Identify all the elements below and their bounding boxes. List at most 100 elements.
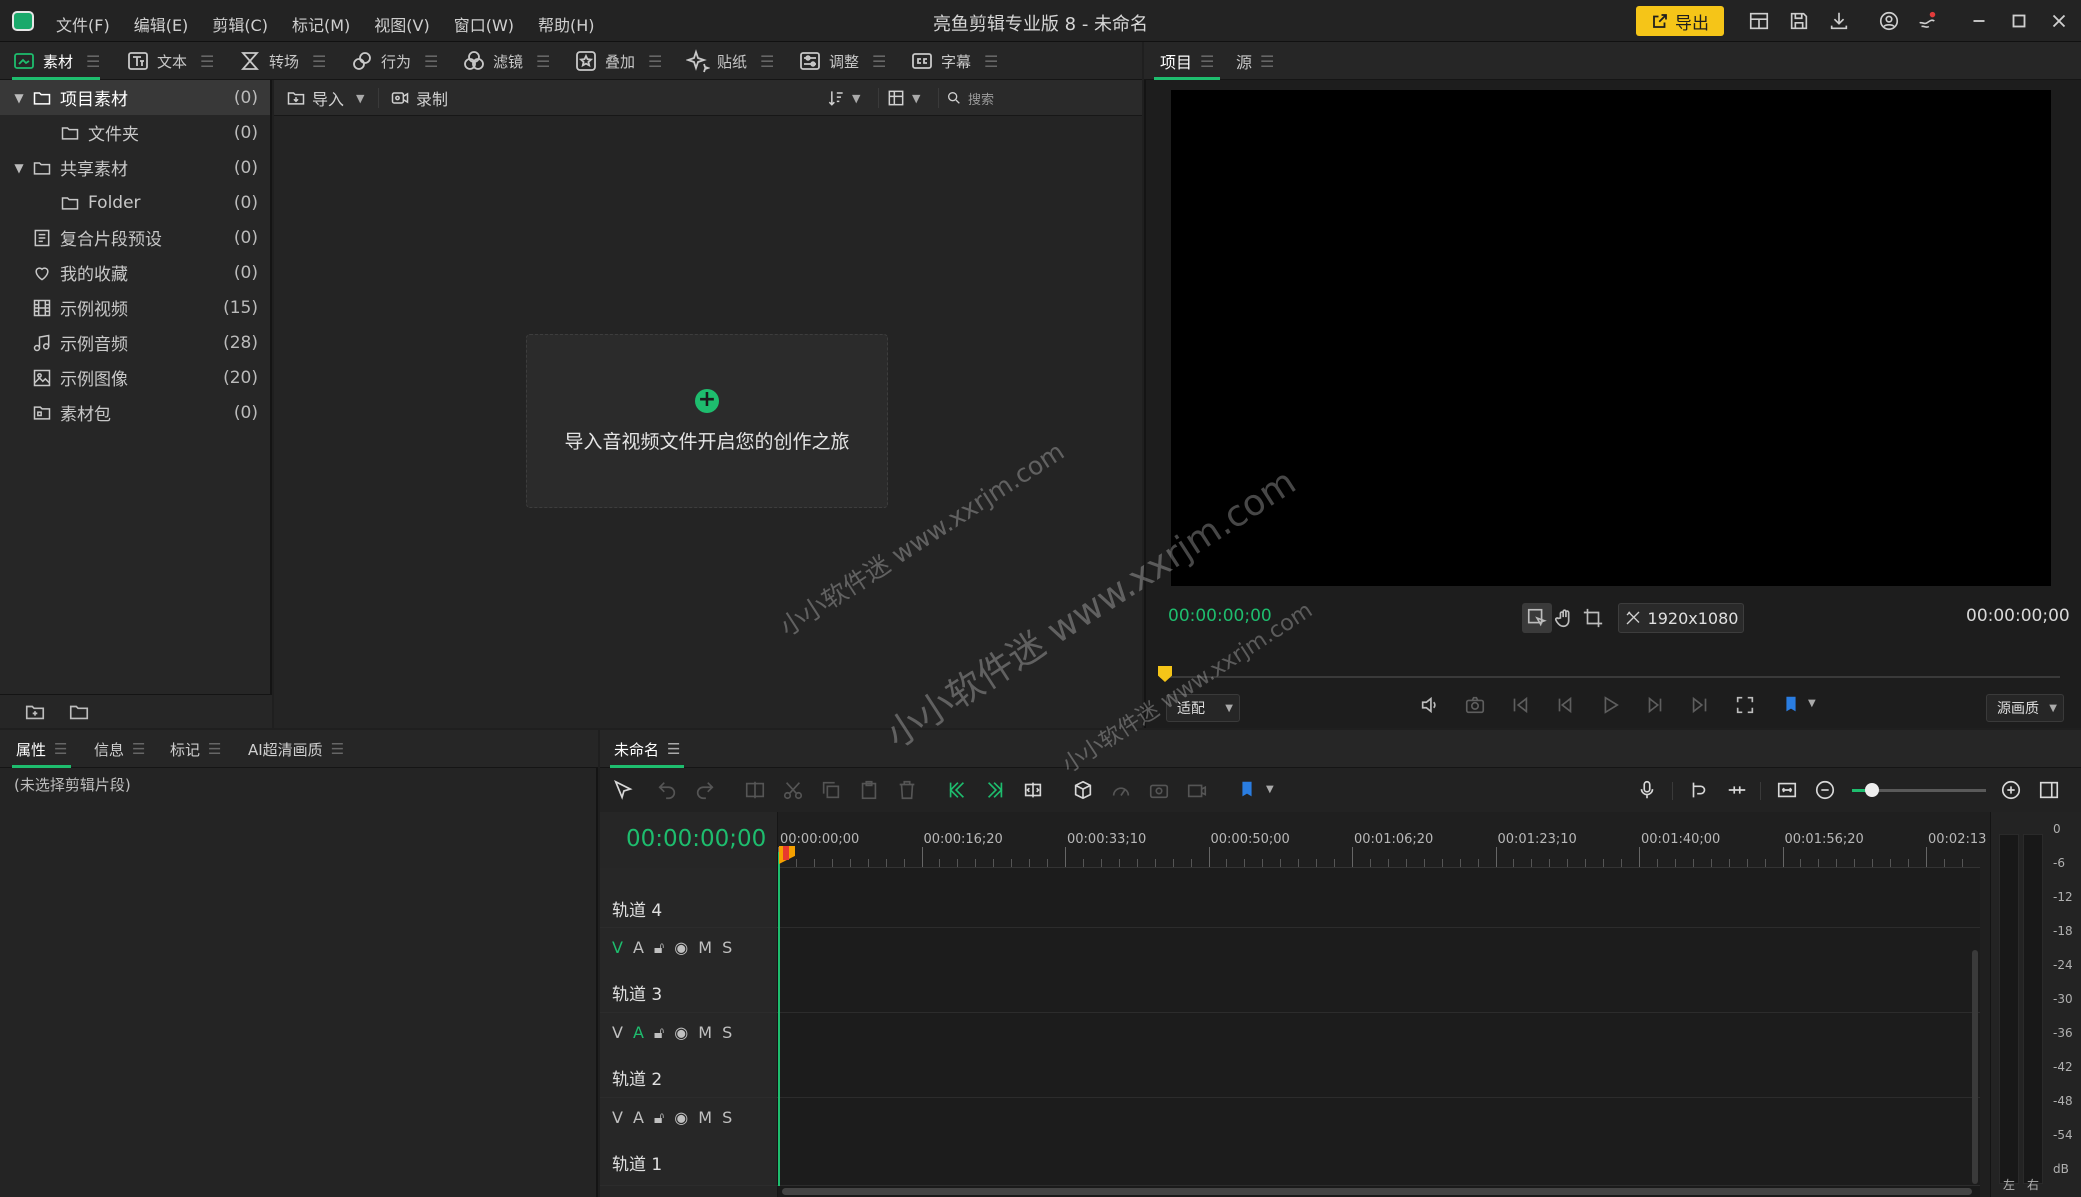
notification-icon[interactable]: [1914, 8, 1940, 34]
sidebar-item-shared-folder[interactable]: Folder (0): [0, 185, 270, 220]
open-folder-icon[interactable]: [64, 697, 94, 727]
zoom-in-icon[interactable]: [1996, 775, 2026, 805]
new-folder-icon[interactable]: [20, 697, 50, 727]
chevron-down-icon[interactable]: ▼: [1808, 698, 1816, 709]
minimize-icon[interactable]: [1966, 8, 1992, 34]
sidebar-item-sample-audio[interactable]: 示例音频 (28): [0, 325, 270, 360]
tab-filter[interactable]: 滤镜 ☰: [462, 42, 550, 80]
tab-behavior[interactable]: 行为 ☰: [350, 42, 438, 80]
audio-toggle[interactable]: A: [633, 1108, 644, 1128]
mute-toggle[interactable]: M: [698, 938, 712, 958]
sidebar-item-project-media[interactable]: ▼ 项目素材 (0): [0, 80, 270, 115]
fullscreen-icon[interactable]: [1730, 690, 1760, 720]
record-voice-icon[interactable]: [1182, 775, 1212, 805]
paste-icon[interactable]: [854, 775, 884, 805]
zoom-out-icon[interactable]: [1810, 775, 1840, 805]
fit-timeline-icon[interactable]: [1772, 775, 1802, 805]
select-arrow-icon[interactable]: [608, 775, 638, 805]
search-input[interactable]: 搜索: [946, 80, 1136, 116]
sidebar-item-folder[interactable]: 文件夹 (0): [0, 115, 270, 150]
add-icon[interactable]: +: [695, 389, 719, 413]
sidebar-item-sample-video[interactable]: 示例视频 (15): [0, 290, 270, 325]
lock-icon[interactable]: 🔓︎: [654, 1108, 664, 1128]
sidebar-item-package[interactable]: 素材包 (0): [0, 395, 270, 430]
preview-scrubber[interactable]: [1160, 676, 2060, 678]
speed-icon[interactable]: [1106, 775, 1136, 805]
view-mode-button[interactable]: ▼: [886, 80, 920, 116]
volume-icon[interactable]: [1415, 690, 1445, 720]
menu-file[interactable]: 文件(F): [56, 12, 110, 36]
sidebar-item-shared-media[interactable]: ▼ 共享素材 (0): [0, 150, 270, 185]
marker-icon[interactable]: [1776, 690, 1806, 720]
play-icon[interactable]: [1595, 690, 1625, 720]
menu-window[interactable]: 窗口(W): [454, 12, 514, 36]
account-icon[interactable]: [1876, 8, 1902, 34]
go-end-icon[interactable]: [980, 775, 1010, 805]
mute-toggle[interactable]: M: [698, 1023, 712, 1043]
chevron-down-icon[interactable]: ▼: [12, 91, 26, 105]
eye-icon[interactable]: ◉: [674, 938, 688, 958]
fit-select[interactable]: 适配 ▼: [1166, 694, 1240, 722]
sidebar-item-compound-presets[interactable]: 复合片段预设 (0): [0, 220, 270, 255]
snapshot-icon[interactable]: [1460, 690, 1490, 720]
tab-markers[interactable]: 标记 ☰: [170, 730, 221, 768]
timeline-ruler[interactable]: 00:00:00;00 00:00:16;20 00:00:33;10 00:00:5…: [778, 812, 1986, 868]
save-icon[interactable]: [1786, 8, 1812, 34]
record-button[interactable]: 录制: [390, 80, 448, 116]
tab-project[interactable]: 项目 ☰: [1153, 42, 1221, 80]
tab-text[interactable]: 文本 ☰: [126, 42, 214, 80]
link-icon[interactable]: [1722, 775, 1752, 805]
sidebar-item-favorites[interactable]: 我的收藏 (0): [0, 255, 270, 290]
menu-view[interactable]: 视图(V): [374, 12, 429, 36]
tab-sticker[interactable]: 贴纸 ☰: [686, 42, 774, 80]
tab-properties[interactable]: 属性 ☰: [11, 730, 72, 768]
microphone-icon[interactable]: [1632, 775, 1662, 805]
sort-button[interactable]: ▼: [826, 80, 860, 116]
audio-toggle[interactable]: A: [633, 938, 644, 958]
panel-toggle-icon[interactable]: [2034, 775, 2064, 805]
eye-icon[interactable]: ◉: [674, 1108, 688, 1128]
video-toggle[interactable]: V: [612, 1108, 623, 1128]
tab-media[interactable]: 素材 ☰: [12, 42, 101, 80]
quality-select[interactable]: 源画质 ▼: [1986, 694, 2064, 722]
eye-icon[interactable]: ◉: [674, 1023, 688, 1043]
delete-icon[interactable]: [892, 775, 922, 805]
close-icon[interactable]: [2046, 8, 2072, 34]
snap-icon[interactable]: [1684, 775, 1714, 805]
chevron-down-icon[interactable]: ▼: [1266, 784, 1274, 795]
solo-toggle[interactable]: S: [722, 938, 732, 958]
skip-start-icon[interactable]: [1505, 690, 1535, 720]
redo-icon[interactable]: [690, 775, 720, 805]
hand-tool-icon[interactable]: [1550, 603, 1580, 633]
tab-timeline[interactable]: 未命名 ☰: [609, 730, 685, 768]
skip-end-icon[interactable]: [1685, 690, 1715, 720]
timeline-vertical-scrollbar[interactable]: [1972, 950, 1978, 1184]
solo-toggle[interactable]: S: [722, 1108, 732, 1128]
menu-edit[interactable]: 编辑(E): [134, 12, 189, 36]
chevron-down-icon[interactable]: ▼: [356, 92, 364, 105]
resolution-button[interactable]: 1920x1080: [1618, 603, 1744, 633]
go-start-icon[interactable]: [942, 775, 972, 805]
lock-icon[interactable]: 🔓︎: [654, 938, 664, 958]
preview-screen[interactable]: [1171, 90, 2051, 586]
import-button[interactable]: 导入 ▼: [286, 80, 364, 116]
scrollbar-thumb[interactable]: [782, 1188, 1972, 1195]
copy-icon[interactable]: [816, 775, 846, 805]
ripple-icon[interactable]: [1018, 775, 1048, 805]
export-button[interactable]: 导出: [1636, 6, 1724, 36]
freeze-frame-icon[interactable]: [1144, 775, 1174, 805]
playhead[interactable]: [778, 852, 780, 1188]
tab-caption[interactable]: 字幕 ☰: [910, 42, 998, 80]
video-toggle[interactable]: V: [612, 1023, 623, 1043]
mute-toggle[interactable]: M: [698, 1108, 712, 1128]
select-tool-icon[interactable]: [1522, 603, 1552, 633]
zoom-slider-handle[interactable]: [1865, 783, 1879, 797]
menu-help[interactable]: 帮助(H): [538, 12, 595, 36]
tab-adjust[interactable]: 调整 ☰: [798, 42, 886, 80]
tab-info[interactable]: 信息 ☰: [94, 730, 145, 768]
tab-source[interactable]: 源 ☰: [1236, 42, 1274, 80]
download-icon[interactable]: [1826, 8, 1852, 34]
layout-icon[interactable]: [1746, 8, 1772, 34]
tab-ai-enhance[interactable]: AI超清画质 ☰: [248, 730, 344, 768]
lock-icon[interactable]: 🔓︎: [654, 1023, 664, 1043]
